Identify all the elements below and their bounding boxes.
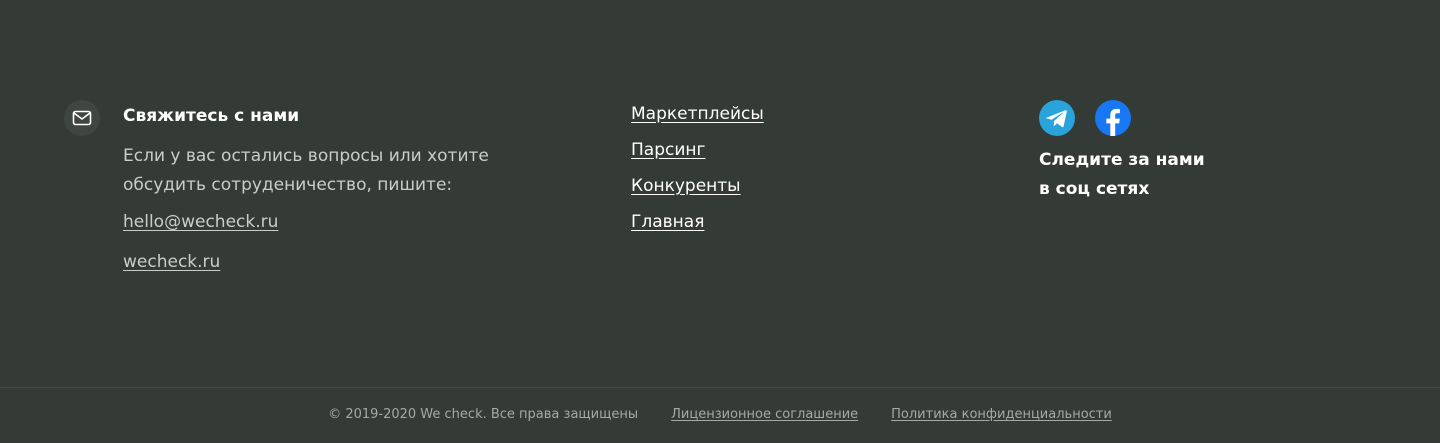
- nav-link-marketplaces[interactable]: Маркетплейсы: [631, 104, 764, 124]
- website-link[interactable]: wecheck.ru: [123, 252, 220, 272]
- privacy-policy-link[interactable]: Политика конфиденциальности: [891, 407, 1112, 422]
- nav-link-parsing[interactable]: Парсинг: [631, 140, 705, 160]
- license-agreement-link[interactable]: Лицензионное соглашение: [671, 407, 858, 422]
- footer: Свяжитесь с нами Если у вас остались воп…: [0, 0, 1440, 387]
- footer-nav-item: Главная: [631, 212, 764, 248]
- email-link[interactable]: hello@wecheck.ru: [123, 212, 278, 232]
- contact-description: Если у вас остались вопросы или хотите о…: [123, 146, 489, 195]
- nav-link-competitors[interactable]: Конкуренты: [631, 176, 741, 196]
- nav-link-home[interactable]: Главная: [631, 212, 704, 232]
- social-caption-line-1: Следите за нами: [1039, 150, 1205, 170]
- bottom-bar: © 2019-2020 We check. Все права защищены…: [0, 387, 1440, 443]
- facebook-icon[interactable]: [1095, 100, 1131, 136]
- social-links: [1039, 100, 1131, 136]
- footer-nav-item: Парсинг: [631, 140, 764, 176]
- copyright-text: © 2019-2020 We check. Все права защищены: [328, 406, 639, 422]
- social-caption-line-2: в соц сетях: [1039, 179, 1150, 199]
- footer-nav: Маркетплейсы Парсинг Конкуренты Главная: [631, 104, 764, 248]
- social-caption: Следите за нами в соц сетях: [1039, 146, 1259, 204]
- footer-nav-item: Конкуренты: [631, 176, 764, 212]
- mail-icon: [64, 100, 100, 136]
- footer-nav-item: Маркетплейсы: [631, 104, 764, 140]
- telegram-icon[interactable]: [1039, 100, 1075, 136]
- contact-title: Свяжитесь с нами: [123, 106, 300, 126]
